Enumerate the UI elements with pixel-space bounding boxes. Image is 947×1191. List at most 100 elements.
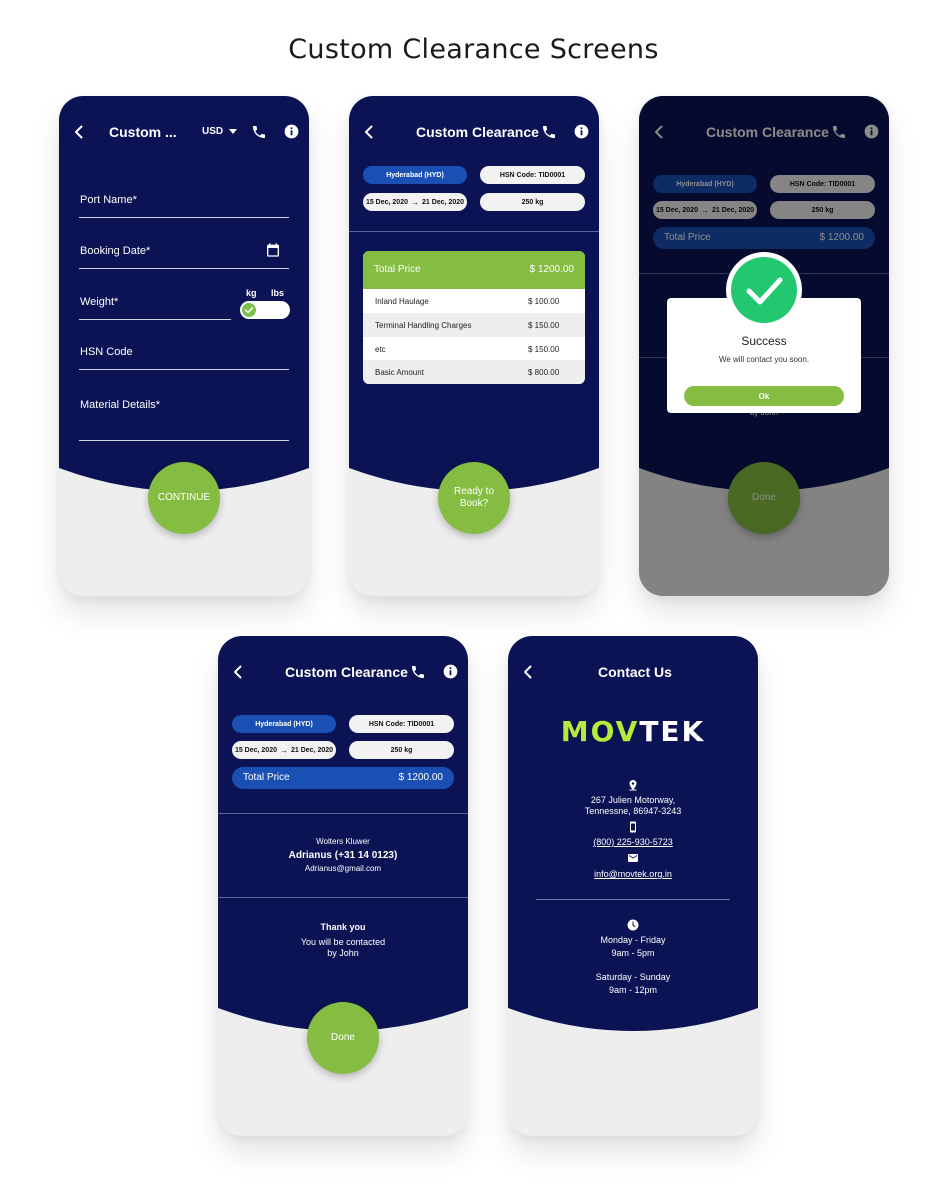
checkmark-icon bbox=[746, 277, 783, 305]
dialog-message: We will contact you soon. bbox=[718, 355, 810, 364]
screen-success-dialog: Custom Clearance Hyderabad (HYD) HSN Cod… bbox=[639, 96, 889, 596]
price-row-label: etc bbox=[375, 345, 386, 354]
screen-price-breakdown: Custom Clearance Hyderabad (HYD) HSN Cod… bbox=[349, 96, 599, 596]
app-bar-title: Contact Us bbox=[598, 664, 672, 680]
booking-date-label: Booking Date* bbox=[80, 245, 151, 257]
date-to: 21 Dec, 2020 bbox=[422, 198, 465, 206]
info-icon[interactable] bbox=[443, 664, 458, 679]
price-row-label: Terminal Handling Charges bbox=[375, 321, 472, 330]
unit-toggle[interactable] bbox=[240, 301, 290, 319]
total-price-value: $ 1200.00 bbox=[398, 772, 444, 783]
weight-field[interactable]: Weight* bbox=[79, 296, 231, 320]
divider bbox=[218, 813, 468, 814]
weekend-days: Saturday - Sunday bbox=[595, 972, 671, 982]
back-arrow-icon[interactable] bbox=[520, 664, 536, 680]
date-range-chip: 15 Dec, 2020 → 21 Dec, 2020 bbox=[232, 741, 336, 759]
price-row-value: $ 800.00 bbox=[528, 368, 560, 377]
info-icon[interactable] bbox=[574, 124, 589, 139]
port-chip: Hyderabad (HYD) bbox=[232, 715, 336, 733]
location-pin-icon bbox=[627, 779, 639, 791]
info-icon[interactable] bbox=[284, 124, 299, 139]
ready-to-book-button[interactable]: Ready to Book? bbox=[438, 462, 510, 534]
material-details-label: Material Details* bbox=[80, 399, 161, 411]
app-bar-title: Custom Clearance bbox=[416, 124, 539, 140]
total-price-bar: Total Price $ 1200.00 bbox=[232, 767, 454, 789]
divider bbox=[536, 899, 730, 900]
hsn-chip: HSN Code: TID0001 bbox=[480, 166, 585, 184]
phone-icon[interactable] bbox=[410, 664, 426, 680]
date-from: 15 Dec, 2020 bbox=[234, 746, 277, 754]
price-row-label: Inland Haulage bbox=[375, 297, 429, 306]
back-arrow-icon[interactable] bbox=[71, 124, 87, 140]
screen-booking-form: Custom ... USD Port Name* Booking Date* … bbox=[59, 96, 309, 596]
screen-thank-you: Custom Clearance Hyderabad (HYD) HSN Cod… bbox=[218, 636, 468, 1136]
material-details-field[interactable]: Material Details* bbox=[79, 399, 289, 441]
ready-to-book-line1: Ready to bbox=[453, 486, 495, 497]
price-row: Terminal Handling Charges $ 150.00 bbox=[363, 313, 585, 337]
check-icon bbox=[244, 307, 254, 314]
unit-lbs-label: lbs bbox=[271, 288, 285, 298]
calendar-icon[interactable] bbox=[265, 242, 281, 258]
phone-link[interactable]: (800) 225-930-5723 bbox=[508, 837, 758, 847]
phone-icon[interactable] bbox=[251, 124, 267, 140]
success-badge bbox=[726, 252, 802, 328]
logo-tek: TEK bbox=[639, 715, 706, 748]
movtek-logo: MOVTEK bbox=[508, 715, 758, 748]
hsn-code-label: HSN Code bbox=[80, 346, 133, 358]
booking-date-field[interactable]: Booking Date* bbox=[79, 245, 289, 269]
date-from: 15 Dec, 2020 bbox=[365, 198, 408, 206]
ready-to-book-line2: Book? bbox=[459, 498, 489, 509]
date-range-chip: 15 Dec, 2020 → 21 Dec, 2020 bbox=[363, 193, 467, 211]
hsn-chip: HSN Code: TID0001 bbox=[349, 715, 454, 733]
ok-button[interactable]: Ok bbox=[684, 386, 844, 406]
toggle-check-knob bbox=[242, 303, 256, 317]
app-bar: Contact Us bbox=[508, 636, 758, 708]
port-name-label: Port Name* bbox=[80, 194, 137, 206]
app-bar-title: Custom ... bbox=[109, 124, 177, 140]
weight-chip: 250 kg bbox=[480, 193, 585, 211]
company-name: Wolters Kluwer bbox=[316, 837, 370, 846]
back-arrow-icon[interactable] bbox=[230, 664, 246, 680]
logo-mov: MOV bbox=[560, 715, 640, 748]
price-row-value: $ 100.00 bbox=[528, 297, 560, 306]
port-name-field[interactable]: Port Name* bbox=[79, 194, 289, 218]
total-price-value: $ 1200.00 bbox=[529, 264, 575, 275]
price-row-value: $ 150.00 bbox=[528, 345, 560, 354]
continue-button[interactable]: CONTINUE bbox=[148, 462, 220, 534]
weight-chip: 250 kg bbox=[349, 741, 454, 759]
app-bar-title: Custom Clearance bbox=[285, 664, 408, 680]
thank-you-title: Thank you bbox=[320, 922, 366, 932]
address-line2: Tennessne, 86947-3243 bbox=[584, 806, 682, 816]
currency-select[interactable]: USD bbox=[202, 126, 223, 137]
app-bar: Custom Clearance bbox=[218, 636, 468, 708]
thank-you-line2: by John bbox=[327, 948, 359, 958]
screen-contact-us: Contact Us MOVTEK 267 Julien Motorway, T… bbox=[508, 636, 758, 1136]
navy-background-shape bbox=[508, 636, 758, 1031]
total-price-header: Total Price $ 1200.00 bbox=[363, 251, 585, 289]
hsn-code-field[interactable]: HSN Code bbox=[79, 346, 289, 370]
email-link[interactable]: info@movtek.org.in bbox=[508, 869, 758, 879]
price-card: Total Price $ 1200.00 Inland Haulage $ 1… bbox=[363, 251, 585, 384]
app-bar: Custom ... USD bbox=[59, 96, 309, 168]
contact-person: Adrianus (+31 14 0123) bbox=[288, 850, 398, 861]
mail-icon bbox=[627, 852, 639, 864]
thank-you-line1: You will be contacted bbox=[300, 937, 386, 947]
weekend-hours: 9am - 12pm bbox=[608, 985, 658, 995]
arrow-right-icon: → bbox=[411, 197, 419, 207]
success-check-circle bbox=[731, 257, 797, 323]
app-bar: Custom Clearance bbox=[349, 96, 599, 168]
weekday-days: Monday - Friday bbox=[600, 935, 666, 945]
price-row: etc $ 150.00 bbox=[363, 337, 585, 361]
arrow-right-icon: → bbox=[280, 745, 288, 755]
back-arrow-icon[interactable] bbox=[361, 124, 377, 140]
date-to: 21 Dec, 2020 bbox=[291, 746, 334, 754]
clock-icon bbox=[627, 919, 639, 931]
weight-label: Weight* bbox=[80, 296, 119, 308]
price-row: Inland Haulage $ 100.00 bbox=[363, 289, 585, 313]
price-row-value: $ 150.00 bbox=[528, 321, 560, 330]
done-button[interactable]: Done bbox=[307, 1002, 379, 1074]
mobile-phone-icon bbox=[627, 821, 639, 833]
divider bbox=[349, 231, 599, 232]
phone-icon[interactable] bbox=[541, 124, 557, 140]
chevron-down-icon[interactable] bbox=[229, 129, 237, 134]
